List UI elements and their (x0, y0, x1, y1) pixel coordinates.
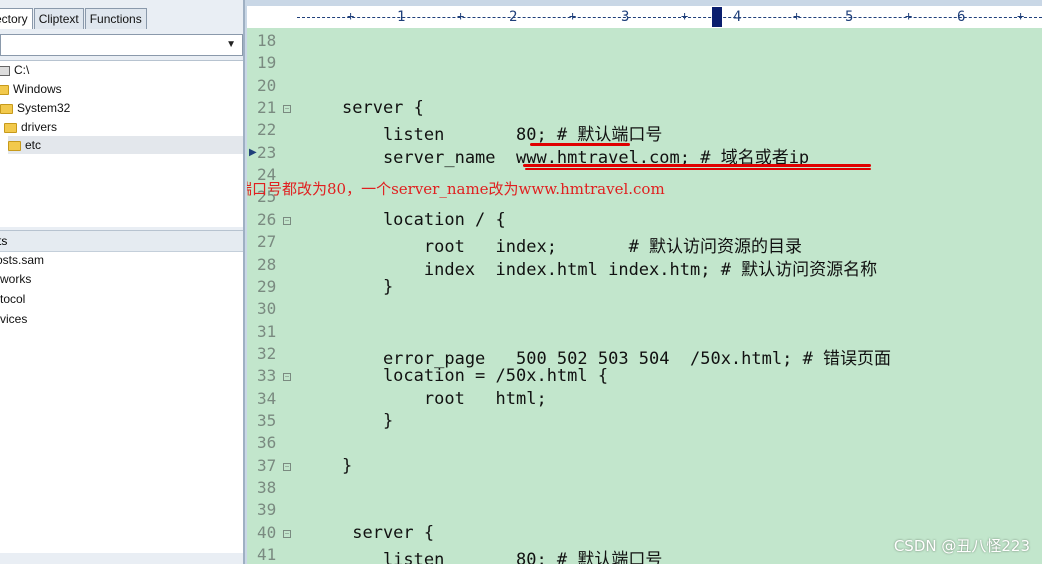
red-underline (523, 164, 871, 167)
folder-icon (0, 84, 9, 95)
ruler-cursor-marker (712, 7, 722, 27)
ruler-tick: + (457, 9, 465, 23)
tree-item-system32[interactable]: System32 (0, 99, 70, 117)
code-line[interactable]: listen 80; # 默认端口号 (342, 545, 662, 564)
ruler-tick: + (793, 9, 801, 23)
ruler-tick: + (905, 9, 913, 23)
line-number: 38 (257, 478, 277, 497)
fold-toggle-icon[interactable]: − (283, 529, 291, 538)
code-line[interactable]: server { (342, 523, 434, 543)
fold-toggle-icon[interactable]: − (283, 216, 291, 225)
tree-item-c[interactable]: C:\ (0, 61, 29, 79)
line-number: 32 (257, 343, 277, 363)
panel-tabs: ectory Cliptext Functions (0, 8, 148, 30)
tree-item-label: C:\ (14, 63, 30, 77)
current-line-marker-icon: ▶ (249, 146, 257, 158)
red-underline (525, 168, 871, 170)
directory-tree: C:\ Windows System32 drivers etc (0, 60, 243, 227)
ruler-number: 2 (509, 9, 518, 25)
code-line[interactable]: root html; (342, 389, 547, 409)
line-number: 19 (257, 53, 277, 73)
code-editor[interactable]: 18 19 20 21−22 23 ▶ 24 25 26−27 28 29 30 31 32 33−34 35… (247, 28, 1042, 564)
file-list-header[interactable]: ts (0, 231, 243, 252)
folder-icon (4, 122, 17, 133)
file-list-header-label: ts (0, 234, 8, 248)
red-underline (530, 143, 630, 146)
drive-select[interactable]: ▼ (0, 34, 243, 56)
ruler-number: 5 (845, 9, 854, 25)
line-number: 39 (257, 500, 277, 520)
code-line[interactable]: } (342, 456, 352, 476)
line-number: 18 (257, 31, 277, 50)
tree-item-windows[interactable]: Windows (0, 80, 62, 98)
code-line[interactable]: } (342, 277, 393, 297)
folder-icon (8, 140, 21, 151)
drive-icon (0, 65, 10, 76)
code-line[interactable]: location = /50x.html { (342, 366, 608, 386)
column-ruler: + 1 + 2 + 3 + 4 + 5 + 6 + (247, 6, 1042, 29)
ruler-tick: + (569, 9, 577, 23)
tree-item-label: etc (25, 138, 42, 152)
annotation-text: 我们吧端口号都改为80，一个server_name改为www.hmtravel.… (247, 180, 665, 198)
file-item[interactable]: tocol (0, 290, 25, 308)
tab-cliptext[interactable]: Cliptext (33, 8, 84, 29)
line-number: 34 (257, 388, 277, 408)
ruler-number: 1 (397, 9, 406, 25)
ruler-tick: + (347, 9, 355, 23)
code-line[interactable]: server { (342, 98, 424, 118)
line-number: 35 (257, 410, 277, 430)
line-number: 22 (257, 120, 277, 140)
file-browser-panel: ectory Cliptext Functions ▼ C:\ Windows … (0, 0, 245, 564)
code-line[interactable]: location / { (342, 210, 506, 230)
tree-item-drivers[interactable]: drivers (4, 118, 57, 136)
code-line[interactable]: } (342, 411, 393, 431)
fold-toggle-icon[interactable]: − (283, 462, 291, 471)
code-line[interactable]: root index; # 默认访问资源的目录 (342, 232, 802, 257)
file-item[interactable]: osts.sam (0, 251, 44, 269)
ruler-line (297, 17, 1042, 19)
code-line[interactable]: error_page 500 502 503 504 /50x.html; # … (342, 344, 891, 369)
code-line[interactable]: index index.html index.htm; # 默认访问资源名称 (342, 255, 877, 280)
ruler-tick: + (1017, 9, 1025, 23)
tree-item-label: Windows (13, 82, 62, 96)
ruler-number: 3 (621, 9, 630, 25)
folder-icon (0, 103, 13, 114)
line-number: 41 (257, 545, 277, 564)
tab-functions[interactable]: Functions (84, 8, 147, 29)
file-item[interactable]: works (0, 270, 31, 288)
ruler-tick: + (681, 9, 689, 23)
line-number: 30 (257, 299, 277, 319)
tree-item-label: drivers (21, 120, 58, 134)
tree-item-etc[interactable]: etc (8, 136, 243, 154)
chevron-down-icon[interactable]: ▼ (226, 39, 236, 50)
file-list: ts osts.sam works tocol vices (0, 230, 243, 553)
ruler-number: 4 (733, 9, 742, 25)
line-number: 29 (257, 276, 277, 296)
line-number: 27 (257, 232, 277, 252)
watermark: CSDN @丑八怪223 (893, 537, 1030, 555)
code-line[interactable]: listen 80; # 默认端口号 (342, 120, 662, 145)
tree-item-label: System32 (17, 101, 71, 115)
file-item[interactable]: vices (0, 310, 27, 328)
ruler-number: 6 (957, 9, 966, 25)
fold-toggle-icon[interactable]: − (283, 105, 291, 114)
line-number-gutter: 18 19 20 21−22 23 ▶ 24 25 26−27 28 29 30 31 32 33−34 35… (247, 28, 297, 564)
line-number: 31 (257, 321, 277, 341)
line-number: 28 (257, 254, 277, 274)
tab-directory[interactable]: ectory (0, 8, 33, 29)
line-number: 20 (257, 75, 277, 95)
fold-toggle-icon[interactable]: − (283, 373, 291, 382)
line-number: 23 (257, 142, 277, 162)
line-number: 36 (257, 433, 277, 453)
